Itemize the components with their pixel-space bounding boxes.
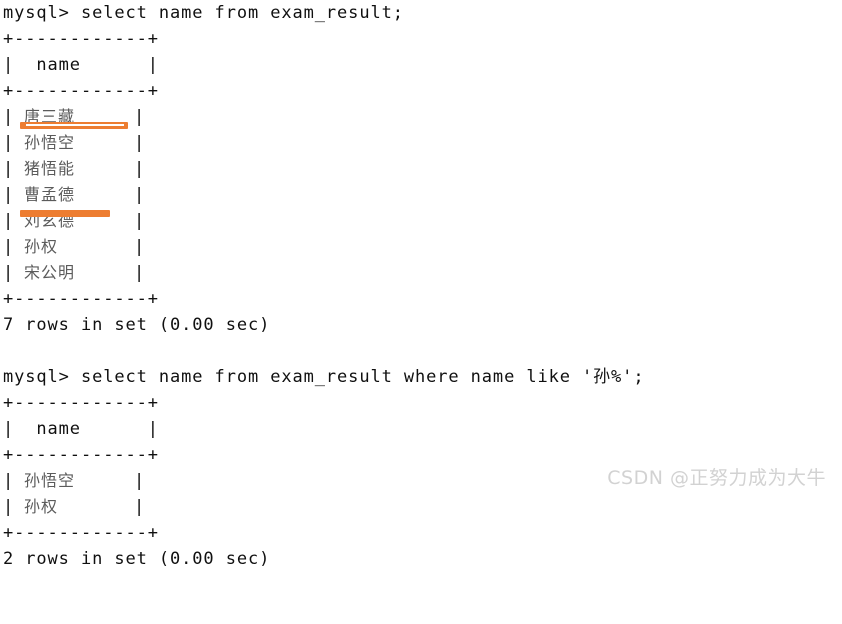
cell-divider-right: | <box>134 263 146 283</box>
table-header-row-2: | name | <box>3 419 159 439</box>
result-status-1: 7 rows in set (0.00 sec) <box>3 315 271 335</box>
table-row: | 宋公明 | <box>0 260 842 286</box>
cell-divider-left: | <box>3 237 15 257</box>
table-header-row-1: | name | <box>3 55 159 75</box>
cell-divider-right: | <box>134 107 146 127</box>
cell-divider-right: | <box>134 159 146 179</box>
command-line-query-2: mysql> select name from exam_result wher… <box>3 367 645 387</box>
table-row: | 刘玄德 | <box>0 208 842 234</box>
table-border-top-1: +------------+ <box>3 29 159 49</box>
cell-divider-right: | <box>134 211 146 231</box>
cell-divider-right: | <box>134 497 146 517</box>
cell-divider-left: | <box>3 185 15 205</box>
cell-divider-left: | <box>3 211 15 231</box>
cell-divider-left: | <box>3 107 15 127</box>
table-row: | 孙权 | <box>0 494 842 520</box>
table-row: | 孙权 | <box>0 234 842 260</box>
cell-name: 宋公明 <box>24 263 76 282</box>
cell-name: 曹孟德 <box>24 185 76 204</box>
cell-divider-left: | <box>3 263 15 283</box>
cell-divider-left: | <box>3 159 15 179</box>
annotation-underline-sun-quan <box>20 210 110 217</box>
table-row: | 曹孟德 | <box>0 182 842 208</box>
cell-name: 孙权 <box>24 237 59 256</box>
table-border-bottom-1: +------------+ <box>3 289 159 309</box>
mysql-terminal-window: mysql> select name from exam_result; +--… <box>0 0 842 569</box>
table-border-mid-1: +------------+ <box>3 81 159 101</box>
table-row: | 孙悟空 | <box>0 130 842 156</box>
cell-name: 猪悟能 <box>24 159 76 178</box>
csdn-watermark: CSDN @正努力成为大牛 <box>607 467 826 489</box>
result-status-2: 2 rows in set (0.00 sec) <box>3 549 271 569</box>
cell-divider-left: | <box>3 133 15 153</box>
cell-divider-right: | <box>134 237 146 257</box>
cell-name: 孙权 <box>24 497 59 516</box>
cell-divider-left: | <box>3 471 15 491</box>
cell-divider-right: | <box>134 185 146 205</box>
annotation-underline-sun-wukong <box>20 122 128 129</box>
command-line-query-1: mysql> select name from exam_result; <box>3 3 404 23</box>
table-row: | 猪悟能 | <box>0 156 842 182</box>
table-border-top-2: +------------+ <box>3 393 159 413</box>
cell-divider-right: | <box>134 133 146 153</box>
cell-name: 孙悟空 <box>24 133 76 152</box>
cell-divider-right: | <box>134 471 146 491</box>
cell-divider-left: | <box>3 497 15 517</box>
table-border-bottom-2: +------------+ <box>3 523 159 543</box>
cell-name: 孙悟空 <box>24 471 76 490</box>
